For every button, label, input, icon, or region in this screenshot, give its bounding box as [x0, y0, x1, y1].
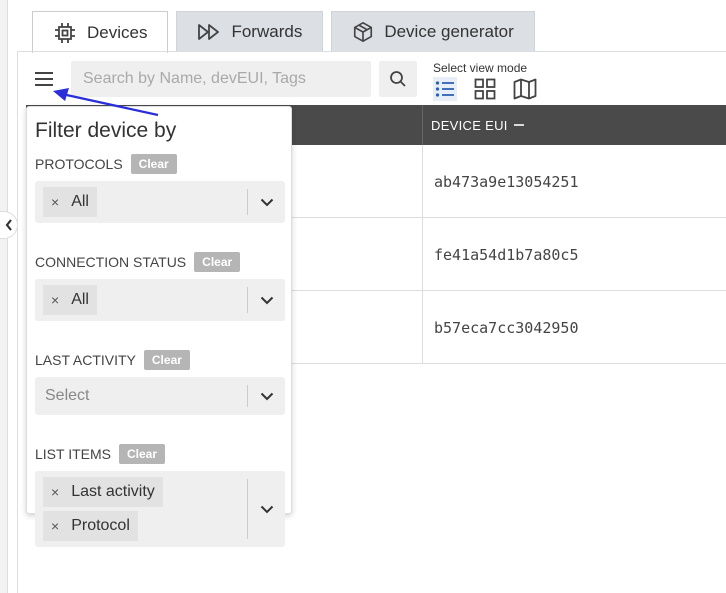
protocols-label: PROTOCOLS	[35, 156, 123, 172]
list-view-button[interactable]	[433, 77, 457, 101]
remove-chip-icon[interactable]: ×	[51, 194, 59, 210]
search-icon	[390, 71, 406, 87]
devices-page: Devices Forwards Device generator Select…	[0, 0, 726, 593]
column-header-device-eui-label: DEVICE EUI	[431, 117, 508, 133]
chip-icon	[55, 22, 75, 43]
chip-label: Last activity	[71, 483, 155, 500]
tab-bar: Devices Forwards Device generator	[32, 11, 535, 53]
last-activity-placeholder: Select	[45, 387, 90, 404]
tab-devices[interactable]: Devices	[32, 11, 169, 53]
list-items-dropdown-toggle[interactable]	[247, 479, 285, 539]
search-button[interactable]	[379, 61, 417, 97]
fast-forward-icon	[198, 24, 220, 40]
chip-label: All	[71, 193, 89, 210]
annotation-arrow-icon	[53, 88, 159, 117]
tab-forwards[interactable]: Forwards	[176, 11, 324, 52]
connection-status-dropdown-toggle[interactable]	[247, 287, 285, 313]
list-items-label: LIST ITEMS	[35, 446, 111, 462]
connection-status-clear-button[interactable]: Clear	[194, 252, 241, 272]
list-icon	[435, 81, 454, 97]
view-mode-label: Select view mode	[433, 61, 528, 75]
filter-panel-title: Filter device by	[35, 119, 177, 142]
last-activity-label: LAST ACTIVITY	[35, 352, 136, 368]
remove-chip-icon[interactable]: ×	[51, 484, 59, 500]
box-icon	[354, 22, 373, 42]
sort-dash-icon	[513, 124, 524, 126]
connection-status-filter-label: CONNECTION STATUS Clear	[35, 251, 283, 273]
last-activity-select[interactable]: Select	[35, 377, 285, 415]
tab-devices-label: Devices	[87, 22, 148, 42]
last-activity-clear-button[interactable]: Clear	[143, 350, 190, 370]
grid-icon	[474, 78, 496, 100]
chevron-down-icon	[260, 198, 273, 206]
map-view-button[interactable]	[513, 77, 537, 101]
last-activity-filter-label: LAST ACTIVITY Clear	[35, 349, 283, 371]
list-items-chip-last-activity: × Last activity	[43, 477, 163, 507]
remove-chip-icon[interactable]: ×	[51, 292, 59, 308]
chip-label: Protocol	[71, 517, 130, 534]
device-eui-cell: ab473a9e13054251	[422, 145, 579, 218]
tab-forwards-label: Forwards	[231, 22, 303, 41]
list-items-chip-protocol: × Protocol	[43, 511, 138, 541]
column-header-device-eui[interactable]: DEVICE EUI	[422, 105, 524, 145]
last-activity-dropdown-toggle[interactable]	[247, 385, 285, 407]
chevron-down-icon	[260, 392, 273, 400]
connection-status-select[interactable]: × All	[35, 279, 285, 321]
list-items-select[interactable]: × Last activity × Protocol	[35, 471, 285, 547]
list-items-clear-button[interactable]: Clear	[118, 444, 166, 464]
chevron-down-icon	[260, 505, 273, 513]
chevron-left-icon	[5, 219, 12, 231]
left-sidebar-strip	[0, 0, 8, 593]
device-eui-cell: b57eca7cc3042950	[422, 291, 579, 364]
grid-view-button[interactable]	[473, 77, 497, 101]
remove-chip-icon[interactable]: ×	[51, 518, 59, 534]
chip-label: All	[71, 291, 89, 308]
map-icon	[513, 78, 537, 100]
sidebar-toggle-button[interactable]	[0, 211, 18, 239]
tab-device-generator[interactable]: Device generator	[331, 11, 535, 52]
list-items-filter-label: LIST ITEMS Clear	[35, 443, 283, 465]
protocols-chip-all: × All	[43, 187, 97, 217]
connection-status-label: CONNECTION STATUS	[35, 254, 187, 270]
chevron-down-icon	[260, 296, 273, 304]
protocols-filter-label: PROTOCOLS Clear	[35, 153, 283, 175]
protocols-dropdown-toggle[interactable]	[247, 189, 285, 215]
view-mode-selector: Select view mode	[433, 61, 537, 101]
protocols-select[interactable]: × All	[35, 181, 285, 223]
protocols-clear-button[interactable]: Clear	[130, 154, 177, 174]
filter-panel: Filter device by PROTOCOLS Clear × All CO…	[26, 106, 292, 547]
device-eui-cell: fe41a54d1b7a80c5	[422, 218, 579, 291]
connection-status-chip-all: × All	[43, 285, 97, 315]
tab-device-generator-label: Device generator	[384, 22, 514, 41]
